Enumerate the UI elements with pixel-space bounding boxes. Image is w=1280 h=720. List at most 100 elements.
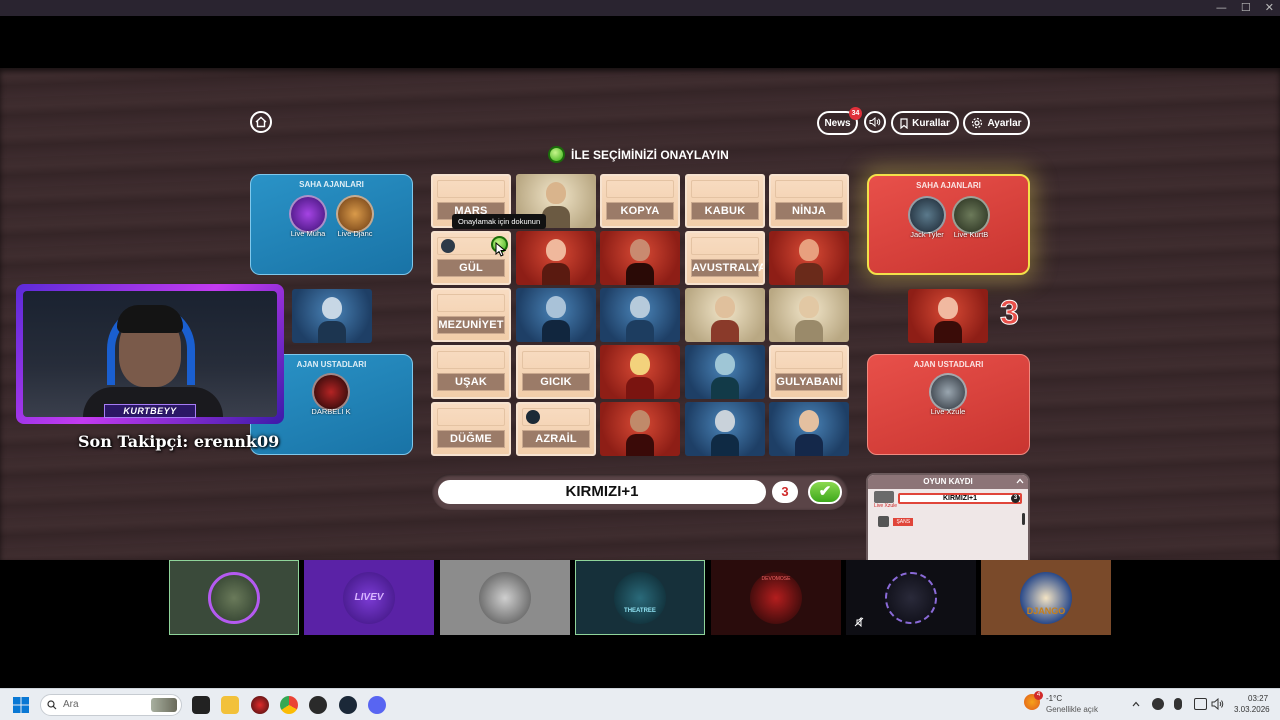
avatar: LIVEV bbox=[343, 571, 395, 624]
avatar bbox=[952, 196, 990, 234]
log-chance: ŞANS bbox=[893, 517, 914, 526]
volume-icon[interactable] bbox=[1211, 698, 1224, 710]
player-tile[interactable]: LIVEV bbox=[304, 560, 434, 635]
top-letterbox bbox=[0, 16, 1280, 68]
news-badge: 34 bbox=[849, 107, 862, 120]
player-tile[interactable]: THEATREE bbox=[575, 560, 705, 635]
avatar bbox=[479, 571, 531, 624]
steam-icon[interactable] bbox=[339, 696, 357, 714]
streamer-name: KURTBEYY bbox=[104, 404, 196, 418]
word-card[interactable]: UŞAK bbox=[431, 345, 511, 399]
blue-card bbox=[516, 288, 596, 342]
blue-card bbox=[685, 345, 765, 399]
red-card bbox=[600, 345, 680, 399]
clock-date[interactable]: 3.03.2026 bbox=[1234, 705, 1270, 714]
weather-badge: 4 bbox=[1034, 691, 1043, 700]
discord-icon[interactable] bbox=[368, 696, 386, 714]
cursor-icon bbox=[495, 242, 506, 257]
app-red-icon[interactable] bbox=[251, 696, 269, 714]
player-tile[interactable] bbox=[169, 560, 299, 635]
blue-agent: Live Djanc bbox=[333, 195, 377, 238]
task-view-icon[interactable] bbox=[192, 696, 210, 714]
search-highlight-icon bbox=[151, 698, 177, 712]
log-clue: KIRMIZI+1 3 bbox=[898, 493, 1022, 504]
clue-word-field[interactable]: KIRMIZI+1 bbox=[438, 480, 766, 504]
word-card[interactable]: NİNJA bbox=[769, 174, 849, 228]
agent-figure bbox=[711, 410, 739, 456]
taskbar-search[interactable]: Ara bbox=[40, 694, 182, 716]
windows-start-icon[interactable] bbox=[13, 697, 29, 713]
avatar bbox=[878, 516, 889, 528]
network-icon[interactable] bbox=[1194, 698, 1207, 710]
card-band bbox=[691, 180, 759, 198]
avatar bbox=[289, 195, 327, 233]
card-word: KOPYA bbox=[606, 202, 674, 220]
microphone-icon[interactable] bbox=[1174, 698, 1182, 710]
word-card[interactable]: AZRAİL bbox=[516, 402, 596, 456]
word-card-selected[interactable]: GÜL bbox=[431, 231, 511, 285]
red-card bbox=[516, 231, 596, 285]
word-card[interactable]: KABUK bbox=[685, 174, 765, 228]
agent-figure bbox=[711, 353, 739, 399]
search-placeholder: Ara bbox=[63, 699, 79, 710]
voter-avatar bbox=[441, 239, 455, 253]
card-word: KABUK bbox=[691, 202, 759, 220]
agent-figure bbox=[626, 239, 654, 285]
avatar: THEATREE bbox=[614, 571, 666, 624]
voter-avatar bbox=[526, 410, 540, 424]
speaker-icon bbox=[869, 117, 881, 127]
home-button[interactable] bbox=[250, 111, 272, 133]
clue-number[interactable]: 3 bbox=[772, 481, 798, 503]
agent-name: Live KurtB bbox=[953, 230, 989, 239]
blue-agent: Live Muha bbox=[286, 195, 330, 238]
webcam-frame bbox=[16, 284, 284, 424]
red-field-title: SAHA AJANLARI bbox=[916, 181, 981, 190]
word-card[interactable]: GULYABANİ bbox=[769, 345, 849, 399]
clock-time[interactable]: 03:27 bbox=[1248, 694, 1268, 703]
blue-field-agents-panel: SAHA AJANLARI Live Muha Live Djanc bbox=[250, 174, 413, 275]
player-tile[interactable] bbox=[440, 560, 570, 635]
news-button[interactable]: News 34 bbox=[817, 107, 862, 135]
word-card[interactable]: DÜĞME bbox=[431, 402, 511, 456]
rules-button[interactable]: Kurallar bbox=[891, 111, 959, 135]
agent-figure bbox=[711, 296, 739, 342]
chevron-up-icon[interactable] bbox=[1016, 478, 1024, 484]
news-label: News bbox=[824, 117, 851, 129]
card-word: DÜĞME bbox=[437, 430, 505, 448]
clue-confirm-button[interactable]: ✔ bbox=[808, 480, 842, 504]
close-button[interactable]: ✕ bbox=[1265, 0, 1274, 16]
file-explorer-icon[interactable] bbox=[221, 696, 239, 714]
player-tile[interactable]: DEVOMOSE bbox=[711, 560, 841, 635]
card-word: MEZUNİYET bbox=[437, 316, 505, 334]
avatar bbox=[336, 195, 374, 233]
instruction-text: İLE SEÇİMİNİZİ ONAYLAYIN bbox=[571, 147, 729, 162]
tooltip: Onaylamak için dokunun bbox=[452, 214, 547, 229]
card-word: UŞAK bbox=[437, 373, 505, 391]
card-band bbox=[437, 408, 505, 426]
player-tile[interactable]: DJANGO bbox=[981, 560, 1111, 635]
tray-app-icon[interactable] bbox=[1152, 698, 1164, 710]
avatar: DEVOMOSE bbox=[750, 571, 802, 624]
card-band bbox=[437, 180, 505, 198]
avatar bbox=[312, 373, 350, 411]
word-card[interactable]: GICIK bbox=[516, 345, 596, 399]
agent-figure bbox=[542, 182, 570, 228]
agent-figure bbox=[795, 296, 823, 342]
word-card[interactable]: KOPYA bbox=[600, 174, 680, 228]
chrome-icon[interactable] bbox=[280, 696, 298, 714]
agent-figure bbox=[318, 297, 346, 343]
minimize-button[interactable]: — bbox=[1216, 0, 1227, 16]
search-icon bbox=[47, 700, 57, 710]
player-tile[interactable] bbox=[846, 560, 976, 635]
maximize-button[interactable]: ☐ bbox=[1241, 0, 1251, 16]
word-card[interactable]: AVUSTRALYA bbox=[685, 231, 765, 285]
word-card[interactable]: MEZUNİYET bbox=[431, 288, 511, 342]
log-entry: Live Xzule KIRMIZI+1 3 bbox=[874, 491, 1024, 509]
log-scrollbar[interactable] bbox=[1022, 513, 1025, 525]
sound-button[interactable] bbox=[864, 111, 886, 133]
chevron-up-icon[interactable] bbox=[1132, 701, 1140, 707]
settings-button[interactable]: Ayarlar bbox=[963, 111, 1030, 135]
card-band bbox=[775, 351, 843, 369]
app-dark-icon[interactable] bbox=[309, 696, 327, 714]
rules-label: Kurallar bbox=[912, 117, 950, 129]
